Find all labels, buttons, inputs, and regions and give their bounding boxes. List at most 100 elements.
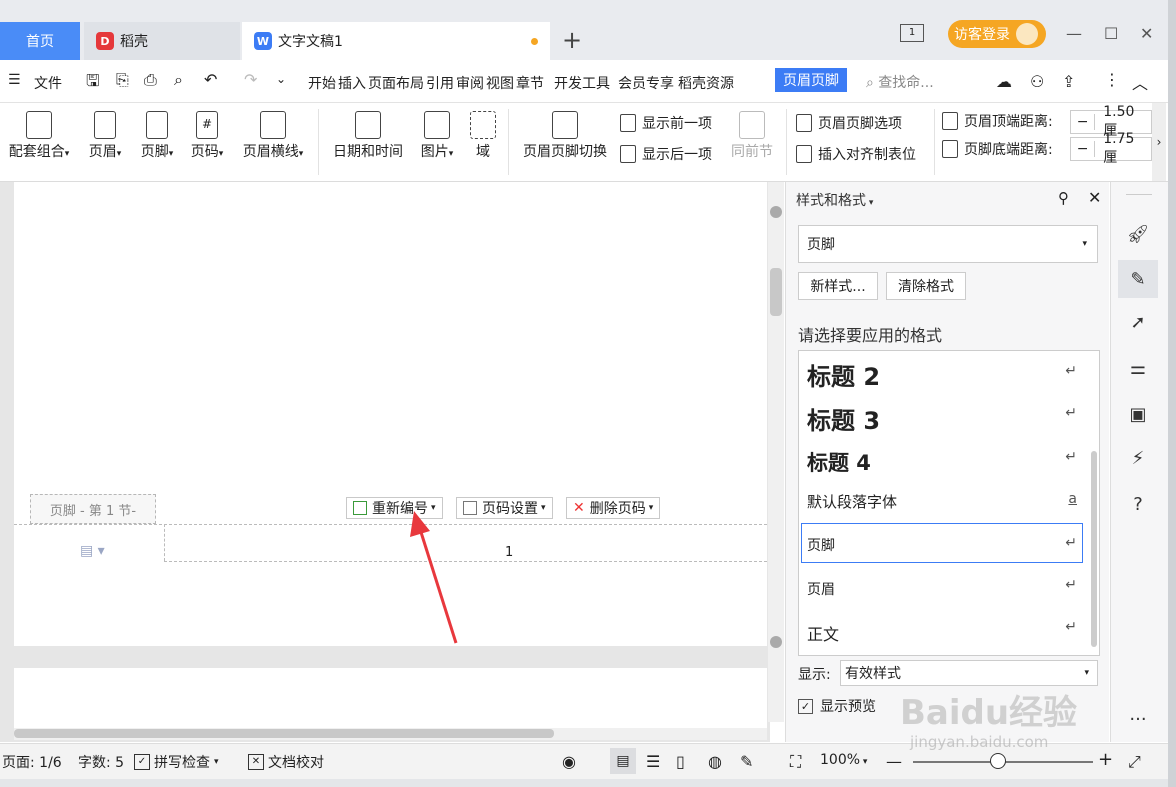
picture-button[interactable]: 图片▾	[414, 111, 460, 161]
insert-tab-stop-button[interactable]: 插入对齐制表位	[796, 144, 916, 164]
save-icon[interactable]: 🖫	[86, 70, 100, 97]
close-panel-icon[interactable]: ✕	[1088, 188, 1101, 207]
display-filter-select[interactable]: 有效样式 ▾	[840, 660, 1098, 686]
style-item-footer[interactable]: 页脚	[807, 535, 1069, 555]
reading-view-icon[interactable]: ▯	[676, 752, 685, 771]
document-page-next[interactable]	[14, 668, 767, 728]
export-pdf-icon[interactable]: ⎘	[116, 70, 129, 90]
more-horizontal-icon[interactable]: ···	[1124, 705, 1152, 733]
decrement-icon[interactable]: −	[1071, 141, 1096, 157]
menu-tab[interactable]: 引用	[426, 73, 454, 93]
zoom-slider-handle[interactable]	[990, 753, 1006, 769]
collapse-ribbon-icon[interactable]: ︿	[1132, 70, 1148, 94]
scroll-down-icon[interactable]	[770, 636, 782, 648]
style-item-heading2[interactable]: 标题 2	[807, 357, 1069, 392]
horizontal-scroll-thumb[interactable]	[14, 729, 554, 738]
spell-check-button[interactable]: ✓ 拼写检查 ▾	[134, 752, 219, 772]
new-style-button[interactable]: 新样式...	[798, 272, 878, 300]
command-search[interactable]: ⌕ 查找命...	[866, 72, 934, 92]
menu-tab[interactable]: 会员专享	[618, 73, 674, 93]
outline-view-icon[interactable]: ☰	[646, 752, 660, 771]
visitor-login-button[interactable]: 访客登录	[948, 20, 1046, 48]
cloud-sync-icon[interactable]: ☁	[996, 72, 1012, 91]
style-list-scrollbar[interactable]	[1091, 451, 1097, 647]
ribbon-scroll-right-icon[interactable]: ›	[1152, 103, 1166, 181]
style-item-heading4[interactable]: 标题 4	[807, 447, 1069, 477]
menu-tab[interactable]: 开始	[308, 73, 336, 93]
gallery-icon[interactable]: ▣	[1124, 400, 1152, 428]
tab-home[interactable]: 首页	[0, 22, 80, 60]
menu-tab[interactable]: 页面布局	[368, 73, 424, 93]
zoom-out-icon[interactable]: —	[886, 752, 902, 771]
menu-tab[interactable]: 插入	[338, 73, 366, 93]
tab-daoke[interactable]: D 稻壳	[84, 22, 240, 60]
panel-title[interactable]: 样式和格式 ▾	[796, 190, 873, 210]
style-item-header[interactable]: 页眉	[807, 579, 1069, 599]
quick-access-more-icon[interactable]: ⌄	[276, 72, 286, 86]
style-brush-icon[interactable]: ✎	[1118, 260, 1158, 298]
same-as-previous-button[interactable]: 同前节	[728, 111, 776, 161]
menu-tab[interactable]: 稻壳资源	[678, 73, 734, 93]
delete-page-number-button[interactable]: ✕ 删除页码 ▾	[566, 497, 661, 519]
hamburger-icon[interactable]: ☰	[8, 72, 21, 88]
eye-protect-icon[interactable]: ◉	[562, 752, 576, 771]
redo-icon[interactable]: ↷	[244, 70, 257, 89]
tab-document[interactable]: W 文字文稿1	[242, 22, 550, 60]
menu-tab[interactable]: 开发工具	[554, 73, 610, 93]
window-count-icon[interactable]: 1	[900, 24, 924, 42]
field-button[interactable]: 域	[466, 111, 500, 161]
minimize-icon[interactable]: —	[1066, 24, 1082, 43]
current-style-select[interactable]: 页脚 ▾	[798, 225, 1098, 263]
undo-icon[interactable]: ↶	[204, 70, 217, 89]
menu-tab[interactable]: 视图	[486, 73, 514, 93]
bulb-icon[interactable]: ⚡	[1124, 444, 1152, 472]
show-preview-checkbox[interactable]: ✓ 显示预览	[798, 696, 876, 716]
maximize-icon[interactable]: ☐	[1104, 24, 1118, 43]
page-indicator[interactable]: 页面: 1/6	[2, 752, 62, 772]
style-item-heading3[interactable]: 标题 3	[807, 401, 1069, 436]
page-number-button[interactable]: # 页码▾	[184, 111, 230, 161]
rocket-icon[interactable]: 🚀︎	[1124, 220, 1152, 248]
menu-tab[interactable]: 章节	[516, 73, 544, 93]
switch-header-footer-button[interactable]: 页眉页脚切换	[518, 111, 612, 161]
datetime-button[interactable]: 日期和时间	[328, 111, 408, 161]
suite-button[interactable]: 配套组合▾	[4, 111, 74, 161]
print-preview-icon[interactable]: ⌕	[174, 70, 183, 90]
footer-bottom-stepper[interactable]: − 1.75厘	[1070, 131, 1152, 166]
page-view-icon[interactable]: ▤	[610, 748, 636, 774]
menu-file[interactable]: 文件	[34, 73, 62, 93]
show-previous-button[interactable]: 显示前一项	[620, 113, 712, 133]
clear-format-button[interactable]: 清除格式	[886, 272, 966, 300]
pen-icon[interactable]: ✎	[740, 752, 753, 771]
select-cursor-icon[interactable]: ➚	[1124, 308, 1152, 336]
page-number-settings-button[interactable]: 页码设置 ▾	[456, 497, 553, 519]
proofread-button[interactable]: ✕ 文档校对	[248, 752, 324, 772]
close-window-icon[interactable]: ✕	[1140, 24, 1153, 43]
menu-tab-header-footer[interactable]: 页眉页脚	[775, 68, 847, 92]
decrement-icon[interactable]: −	[1071, 114, 1096, 130]
zoom-level[interactable]: 100% ▾	[820, 752, 867, 768]
paragraph-options-icon[interactable]: ▤ ▾	[80, 543, 105, 559]
pin-icon[interactable]: ⚲	[1058, 189, 1069, 207]
fullscreen-icon[interactable]: ⤢	[1128, 752, 1141, 772]
print-icon[interactable]: ⎙	[144, 70, 157, 90]
sliders-icon[interactable]: ⚌	[1124, 354, 1152, 382]
header-button[interactable]: 页眉▾	[82, 111, 128, 161]
word-count[interactable]: 字数: 5	[78, 752, 124, 772]
show-next-button[interactable]: 显示后一项	[620, 144, 712, 164]
header-line-button[interactable]: 页眉横线▾	[236, 111, 310, 161]
hf-options-button[interactable]: 页眉页脚选项	[796, 113, 902, 133]
scroll-up-icon[interactable]	[770, 206, 782, 218]
document-page[interactable]	[14, 182, 767, 646]
help-icon[interactable]: ?	[1124, 490, 1152, 518]
zoom-in-icon[interactable]: +	[1098, 749, 1113, 770]
footer-button[interactable]: 页脚▾	[134, 111, 180, 161]
web-view-icon[interactable]: ◍	[708, 752, 722, 771]
menu-tab[interactable]: 审阅	[456, 73, 484, 93]
footer-bottom-value[interactable]: 1.75厘	[1095, 131, 1151, 167]
more-vertical-icon[interactable]: ⋮	[1104, 70, 1120, 89]
footer-page-number[interactable]: 1	[505, 545, 513, 560]
style-item-body[interactable]: 正文	[807, 621, 1069, 645]
share-icon[interactable]: ⇪	[1062, 72, 1075, 91]
new-tab-icon[interactable]: +	[562, 26, 582, 54]
